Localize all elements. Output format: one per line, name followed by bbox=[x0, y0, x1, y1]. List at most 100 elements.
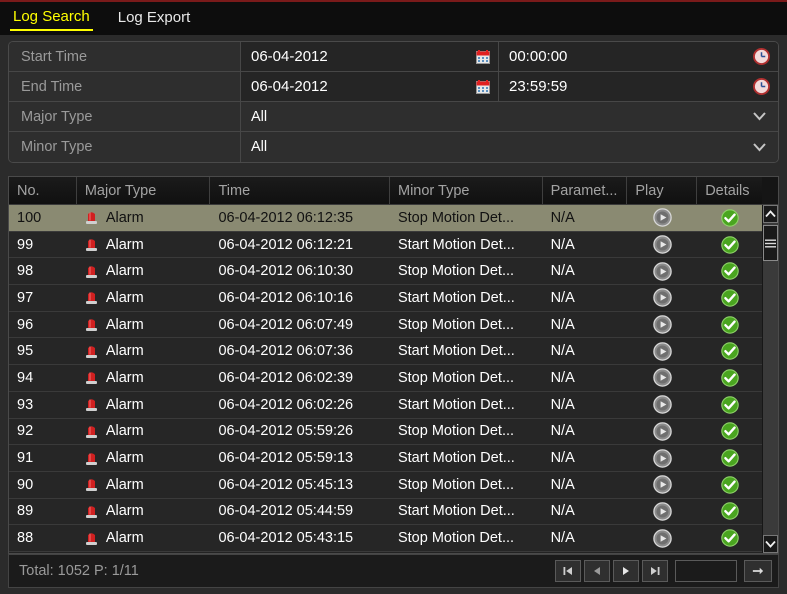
check-circle-icon[interactable] bbox=[720, 342, 739, 361]
calendar-icon[interactable] bbox=[476, 79, 490, 94]
cell-play[interactable] bbox=[627, 365, 697, 391]
cell-details[interactable] bbox=[697, 312, 762, 338]
scroll-up-button[interactable] bbox=[763, 205, 778, 223]
cell-play[interactable] bbox=[627, 312, 697, 338]
cell-play[interactable] bbox=[627, 205, 697, 231]
clock-icon[interactable] bbox=[753, 78, 770, 95]
cell-details[interactable] bbox=[697, 445, 762, 471]
cell-details[interactable] bbox=[697, 338, 762, 364]
table-row[interactable]: 93 Alarm 06-04-2012 06:02:26 Start Motion D… bbox=[9, 391, 762, 419]
chevron-down-icon[interactable] bbox=[753, 112, 766, 121]
check-circle-icon[interactable] bbox=[720, 209, 739, 227]
play-circle-icon[interactable] bbox=[652, 528, 672, 548]
check-circle-icon[interactable] bbox=[720, 529, 739, 547]
scroll-down-button[interactable] bbox=[763, 535, 778, 553]
page-number-input[interactable] bbox=[675, 560, 737, 582]
major-type-select[interactable]: All bbox=[241, 102, 778, 131]
check-circle-icon[interactable] bbox=[720, 235, 739, 254]
cell-details[interactable] bbox=[697, 472, 762, 498]
scroll-thumb[interactable] bbox=[763, 225, 778, 261]
chevron-down-icon[interactable] bbox=[753, 142, 766, 152]
cell-play[interactable] bbox=[627, 445, 697, 471]
column-header-time[interactable]: Time bbox=[210, 177, 390, 204]
play-circle-icon[interactable] bbox=[652, 208, 672, 228]
clock-icon[interactable] bbox=[753, 48, 770, 65]
play-circle-icon[interactable] bbox=[652, 315, 672, 334]
check-circle-icon[interactable] bbox=[720, 449, 739, 467]
table-row[interactable]: 100 Alarm 06-04-2012 06:12:35 Stop Motion D… bbox=[9, 205, 762, 232]
column-header-play[interactable]: Play bbox=[627, 177, 698, 204]
cell-details[interactable] bbox=[697, 232, 762, 258]
table-row[interactable]: 95 Alarm 06-04-2012 06:07:36 Start Motion D… bbox=[9, 338, 762, 366]
check-circle-icon[interactable] bbox=[720, 315, 739, 334]
table-row[interactable]: 98 Alarm 06-04-2012 06:10:30 Stop Motion De… bbox=[9, 258, 762, 286]
play-circle-icon[interactable] bbox=[652, 502, 672, 521]
play-circle-icon[interactable] bbox=[652, 235, 672, 254]
check-circle-icon[interactable] bbox=[720, 262, 739, 280]
tab-log-search[interactable]: Log Search bbox=[10, 6, 93, 31]
minor-type-select[interactable]: All bbox=[241, 132, 778, 162]
cell-details[interactable] bbox=[697, 419, 762, 445]
cell-play[interactable] bbox=[627, 472, 697, 498]
play-circle-icon[interactable] bbox=[652, 368, 672, 388]
column-header-minor-type[interactable]: Minor Type bbox=[389, 177, 543, 204]
play-circle-icon[interactable] bbox=[652, 448, 672, 468]
cell-details[interactable] bbox=[697, 365, 762, 391]
last-page-button[interactable] bbox=[642, 560, 668, 582]
column-header-parameter[interactable]: Paramet... bbox=[542, 177, 628, 204]
prev-page-button[interactable] bbox=[584, 560, 610, 582]
start-date-field[interactable]: 06-04-2012 bbox=[241, 42, 499, 71]
column-header-major-type[interactable]: Major Type bbox=[76, 177, 211, 204]
play-circle-icon[interactable] bbox=[652, 475, 672, 494]
table-row[interactable]: 96 Alarm 06-04-2012 06:07:49 Stop Motion De… bbox=[9, 311, 762, 339]
end-date-field[interactable]: 06-04-2012 bbox=[241, 72, 499, 101]
cell-details[interactable] bbox=[697, 258, 762, 284]
cell-play[interactable] bbox=[627, 285, 697, 311]
cell-details[interactable] bbox=[697, 285, 762, 311]
table-row[interactable]: 90 Alarm 06-04-2012 05:45:13 Stop Motion De… bbox=[9, 471, 762, 499]
column-header-no[interactable]: No. bbox=[9, 177, 77, 204]
cell-details[interactable] bbox=[697, 525, 762, 551]
table-row[interactable]: 94 Alarm 06-04-2012 06:02:39 Stop Motion De… bbox=[9, 365, 762, 392]
end-time-field[interactable]: 23:59:59 bbox=[499, 72, 778, 101]
cell-details[interactable] bbox=[697, 205, 762, 231]
check-circle-icon[interactable] bbox=[720, 475, 739, 494]
cell-play[interactable] bbox=[627, 419, 697, 445]
column-header-details[interactable]: Details bbox=[697, 177, 763, 204]
cell-play[interactable] bbox=[627, 258, 697, 284]
calendar-icon[interactable] bbox=[476, 49, 490, 64]
play-circle-icon[interactable] bbox=[652, 261, 672, 281]
check-circle-icon[interactable] bbox=[720, 422, 739, 441]
check-circle-icon[interactable] bbox=[720, 395, 739, 414]
check-circle-icon[interactable] bbox=[720, 289, 739, 307]
table-row[interactable]: 92 Alarm 06-04-2012 05:59:26 Stop Motion De… bbox=[9, 418, 762, 446]
first-page-button[interactable] bbox=[555, 560, 581, 582]
scroll-track[interactable] bbox=[763, 223, 778, 535]
go-to-page-button[interactable] bbox=[744, 560, 772, 582]
table-row[interactable]: 88 Alarm 06-04-2012 05:43:15 Stop Motion De… bbox=[9, 525, 762, 552]
cell-major-type-text: Alarm bbox=[105, 423, 144, 440]
tab-log-export[interactable]: Log Export bbox=[115, 7, 194, 30]
table-row[interactable]: 99 Alarm 06-04-2012 06:12:21 Start Motion D… bbox=[9, 231, 762, 259]
cell-play[interactable] bbox=[627, 232, 697, 258]
cell-details[interactable] bbox=[697, 499, 762, 525]
cell-play[interactable] bbox=[627, 499, 697, 525]
cell-play[interactable] bbox=[627, 525, 697, 551]
table-row[interactable]: 89 Alarm 06-04-2012 05:44:59 Start Motion D… bbox=[9, 498, 762, 526]
table-row[interactable]: 91 Alarm 06-04-2012 05:59:13 Start Motion D… bbox=[9, 445, 762, 472]
play-circle-icon[interactable] bbox=[652, 422, 672, 441]
cell-play[interactable] bbox=[627, 338, 697, 364]
play-circle-icon[interactable] bbox=[652, 288, 672, 308]
play-circle-icon[interactable] bbox=[652, 395, 672, 414]
next-page-button[interactable] bbox=[613, 560, 639, 582]
check-circle-icon[interactable] bbox=[720, 369, 739, 387]
form-row-major-type: Major Type All bbox=[9, 102, 778, 132]
cell-play[interactable] bbox=[627, 392, 697, 418]
check-circle-icon[interactable] bbox=[720, 502, 739, 521]
start-time-field[interactable]: 00:00:00 bbox=[499, 42, 778, 71]
cell-major-type: Alarm bbox=[77, 525, 211, 551]
play-circle-icon[interactable] bbox=[652, 342, 672, 361]
table-vertical-scrollbar[interactable] bbox=[762, 205, 778, 553]
cell-details[interactable] bbox=[697, 392, 762, 418]
table-row[interactable]: 97 Alarm 06-04-2012 06:10:16 Start Motion D… bbox=[9, 285, 762, 312]
